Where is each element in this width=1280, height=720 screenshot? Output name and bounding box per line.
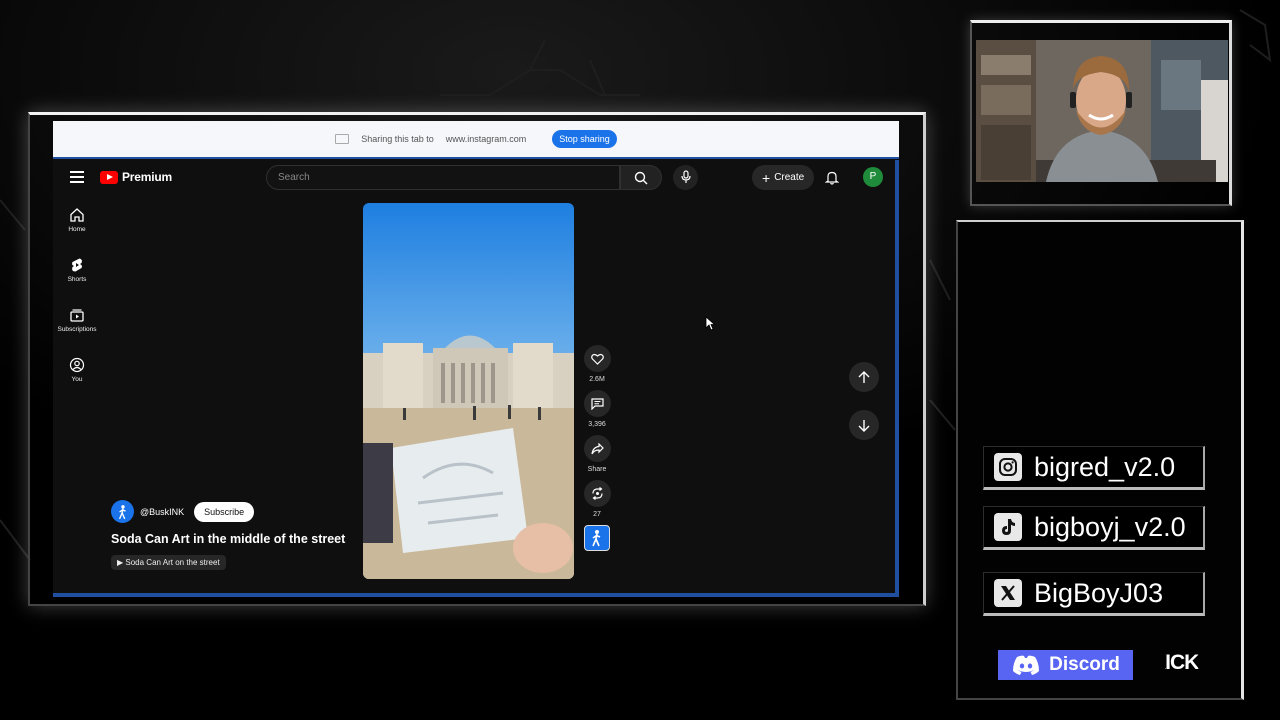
sidebar-label-subscriptions: Subscriptions (57, 326, 97, 333)
short-video-player[interactable] (363, 203, 574, 579)
remix-count: 27 (593, 511, 601, 518)
channel-info: @BuskINK Subscribe (111, 500, 255, 523)
voice-search-button[interactable] (673, 165, 698, 190)
sharing-message: Sharing this tab to (361, 134, 434, 144)
arrow-up-icon (858, 370, 870, 383)
channel-avatar[interactable] (111, 500, 134, 523)
next-short-button[interactable] (849, 410, 879, 440)
comment-icon (590, 397, 604, 410)
microphone-icon (681, 170, 691, 183)
create-label: Create (774, 172, 805, 183)
heart-icon (590, 353, 604, 365)
remix-button[interactable] (583, 480, 611, 507)
create-button[interactable]: + Create (752, 165, 815, 190)
channel-handle[interactable]: @BuskINK (140, 507, 184, 517)
screen-border-right (895, 160, 899, 597)
comments-button[interactable] (583, 390, 611, 417)
tiktok-icon (994, 513, 1022, 541)
home-icon (70, 208, 84, 222)
walking-person-icon (118, 504, 126, 519)
tiktok-handle-card: bigboyj_v2.0 (983, 506, 1205, 550)
short-actions: 2.6M 3,396 Share 27 (583, 345, 611, 558)
discord-label: Discord (1049, 654, 1120, 675)
instagram-handle: bigred_v2.0 (1034, 451, 1176, 482)
arrow-down-icon (858, 419, 870, 432)
play-icon: ▶ (117, 558, 124, 567)
logo-text: Premium (122, 170, 172, 184)
share-arrow-icon (590, 442, 604, 454)
sidebar-label-home: Home (68, 226, 86, 233)
subscriptions-icon (70, 309, 84, 322)
subscribe-button[interactable]: Subscribe (194, 501, 255, 522)
discord-badge: Discord (998, 650, 1133, 680)
youtube-premium-logo[interactable]: Premium (100, 170, 172, 184)
playlist-link[interactable]: ▶ Soda Can Art on the street (111, 555, 226, 570)
screen-border-bottom (53, 593, 899, 597)
stop-sharing-button[interactable]: Stop sharing (552, 130, 617, 148)
youtube-header: Premium Search + Create P (53, 159, 899, 197)
share-label: Share (587, 466, 607, 473)
x-handle-card: BigBoyJ03 (983, 572, 1205, 616)
webcam-feed (976, 40, 1228, 182)
mouse-cursor-icon (705, 316, 715, 331)
account-avatar[interactable]: P (863, 167, 883, 187)
browser-screen: Sharing this tab to www.instagram.com St… (53, 121, 899, 597)
previous-short-button[interactable] (849, 362, 879, 392)
sharing-url: www.instagram.com (445, 134, 527, 144)
remix-icon (591, 487, 603, 500)
notifications-bell-icon[interactable] (825, 170, 839, 185)
discord-icon (1013, 655, 1040, 675)
x-logo-icon (994, 579, 1022, 607)
playlist-label: Soda Can Art on the street (125, 558, 220, 567)
like-button[interactable] (583, 345, 611, 372)
screen-share-icon (335, 134, 350, 144)
sidebar-item-you[interactable]: You (53, 357, 101, 407)
channel-sound-avatar[interactable] (584, 525, 610, 551)
instagram-handle-card: bigred_v2.0 (983, 446, 1205, 490)
walking-person-icon (592, 530, 601, 547)
search-button[interactable] (620, 165, 662, 190)
youtube-play-icon (100, 170, 118, 184)
sidebar-item-shorts[interactable]: Shorts (53, 257, 101, 307)
like-count: 2.6M (589, 376, 605, 383)
comment-count: 3,396 (588, 421, 606, 428)
sidebar-item-subscriptions[interactable]: Subscriptions (53, 307, 101, 357)
hamburger-menu-icon[interactable] (70, 171, 84, 183)
youtube-sidebar: Home Shorts Subscriptions You (53, 207, 101, 407)
tab-sharing-bar: Sharing this tab to www.instagram.com St… (53, 121, 899, 159)
short-title[interactable]: Soda Can Art in the middle of the street (111, 532, 345, 546)
shorts-icon (72, 258, 82, 272)
sidebar-label-shorts: Shorts (67, 276, 87, 283)
search-input[interactable]: Search (266, 165, 620, 190)
you-icon (69, 357, 85, 373)
x-handle: BigBoyJ03 (1034, 577, 1164, 608)
share-button[interactable] (583, 435, 611, 462)
plus-icon: + (762, 169, 771, 186)
tiktok-handle: bigboyj_v2.0 (1034, 511, 1186, 542)
instagram-icon (994, 453, 1022, 481)
sidebar-item-home[interactable]: Home (53, 207, 101, 257)
sidebar-label-you: You (71, 376, 83, 383)
search-icon (634, 171, 648, 185)
